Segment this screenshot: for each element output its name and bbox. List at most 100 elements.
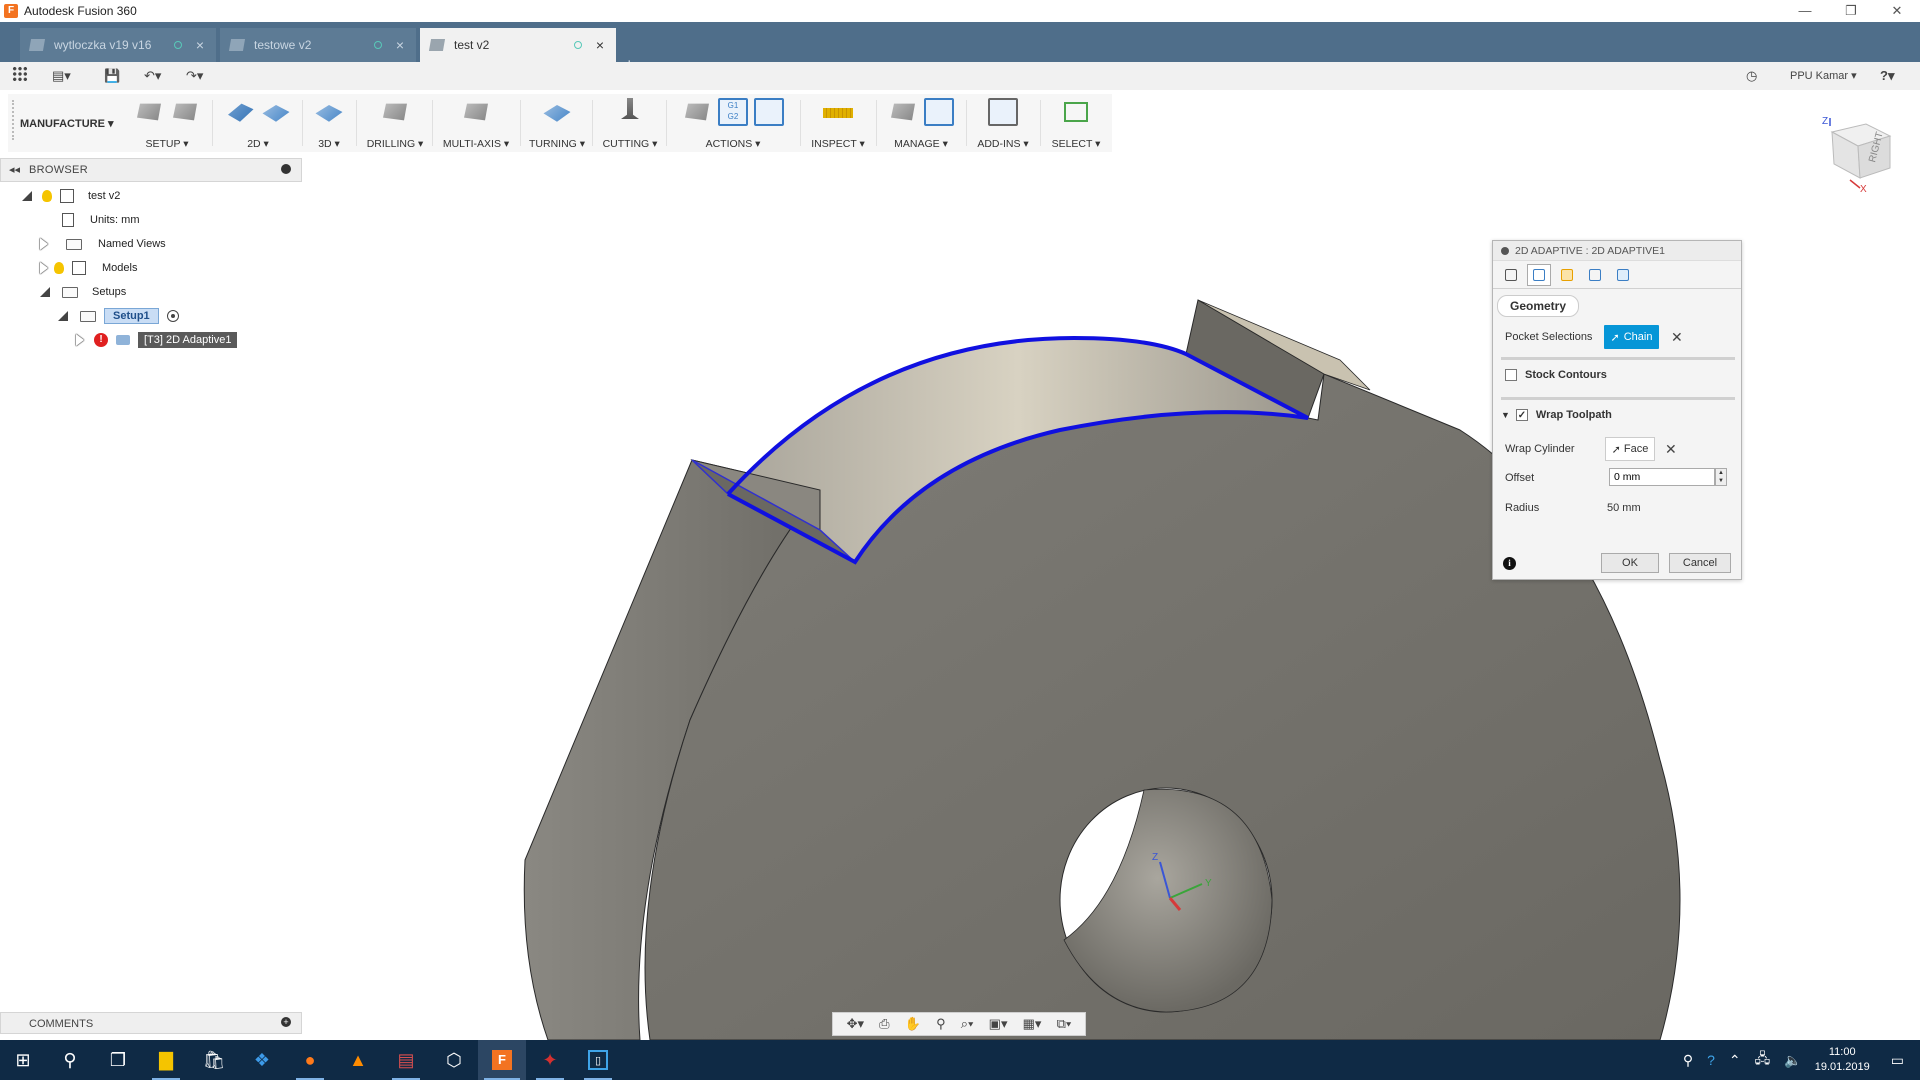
cancel-button[interactable]: Cancel: [1669, 553, 1731, 573]
template-library-icon[interactable]: [924, 98, 954, 126]
volume-icon[interactable]: 🔈: [1784, 1052, 1801, 1069]
tree-item-operation[interactable]: ! [T3] 2D Adaptive1: [76, 330, 238, 350]
tool-library-icon[interactable]: [891, 103, 915, 121]
tab-tool[interactable]: [1499, 264, 1523, 286]
ok-button[interactable]: OK: [1601, 553, 1659, 573]
setup-icon[interactable]: [137, 103, 161, 121]
stock-contours-checkbox[interactable]: [1505, 369, 1517, 381]
tab-geometry[interactable]: [1527, 263, 1551, 286]
setup-group[interactable]: SETUP ▾: [126, 94, 208, 152]
wrap-toolpath-checkbox[interactable]: ✓: [1515, 409, 1528, 421]
pocket-chain-button[interactable]: ➚ Chain: [1604, 325, 1659, 349]
offset-input[interactable]: [1609, 468, 1715, 486]
task-view-button[interactable]: ❐: [94, 1040, 142, 1080]
inspect-menu[interactable]: INSPECT ▾: [804, 138, 872, 150]
dialog-collapse-icon[interactable]: [1501, 246, 1509, 255]
manage-group[interactable]: MANAGE ▾: [880, 94, 962, 152]
tab-wytloczka[interactable]: wytloczka v19 v16 ×: [20, 28, 216, 62]
select-icon[interactable]: [1064, 102, 1088, 122]
tab-close-icon[interactable]: ×: [192, 37, 208, 53]
measure-icon[interactable]: [823, 108, 853, 118]
add-ins-menu[interactable]: ADD-INS ▾: [970, 138, 1036, 150]
comments-panel[interactable]: COMMENTS +: [0, 1012, 302, 1034]
select-group[interactable]: SELECT ▾: [1044, 94, 1108, 152]
cutting-group[interactable]: CUTTING ▾: [596, 94, 664, 152]
add-ins-group[interactable]: ADD-INS ▾: [970, 94, 1036, 152]
tree-item-units[interactable]: Units: mm: [62, 210, 140, 230]
help-menu[interactable]: ?▾: [1880, 66, 1894, 86]
file-menu-button[interactable]: ▤▾: [52, 66, 71, 86]
restore-button[interactable]: ❐: [1828, 0, 1874, 22]
blue-app-button[interactable]: ▯: [574, 1040, 622, 1080]
workspace-switcher[interactable]: MANUFACTURE ▾: [20, 117, 114, 130]
vlc-button[interactable]: ▲: [334, 1040, 382, 1080]
setup-menu[interactable]: SETUP ▾: [126, 138, 208, 150]
tab-linking[interactable]: [1611, 264, 1635, 286]
data-panel-button[interactable]: [12, 66, 28, 86]
lightbulb-icon[interactable]: [54, 262, 64, 274]
tab-close-icon[interactable]: ×: [392, 37, 408, 53]
wrap-toolpath-toggle[interactable]: ▼ ✓ Wrap Toolpath: [1501, 409, 1612, 421]
turning-menu[interactable]: TURNING ▾: [524, 138, 590, 150]
cutting-menu[interactable]: CUTTING ▾: [596, 138, 664, 150]
turning-icon[interactable]: [543, 105, 571, 122]
expanded-icon[interactable]: [40, 287, 50, 297]
clear-pocket-selection-button[interactable]: ✕: [1671, 329, 1683, 346]
drill-icon[interactable]: [383, 103, 407, 121]
help-tray-icon[interactable]: ?: [1707, 1052, 1715, 1068]
dropbox-button[interactable]: ❖: [238, 1040, 286, 1080]
view-cube[interactable]: Z RIGHT X: [1820, 116, 1896, 195]
expanded-icon[interactable]: [58, 311, 68, 321]
tab-passes[interactable]: [1583, 264, 1607, 286]
tree-item-setups[interactable]: Setups: [40, 282, 126, 302]
virtualbox-button[interactable]: ⬡: [430, 1040, 478, 1080]
actions-menu[interactable]: ACTIONS ▾: [670, 138, 796, 150]
select-menu[interactable]: SELECT ▾: [1044, 138, 1108, 150]
orbit-icon[interactable]: ✥▾: [847, 1016, 864, 1032]
calculator-app-button[interactable]: ▤: [382, 1040, 430, 1080]
turning-group[interactable]: TURNING ▾: [524, 94, 590, 152]
3d-adaptive-icon[interactable]: [315, 105, 343, 122]
display-settings-icon[interactable]: ▣▾: [989, 1016, 1008, 1032]
tab-heights[interactable]: [1555, 264, 1579, 286]
job-status-button[interactable]: ◷: [1746, 66, 1757, 86]
expand-arrow-icon[interactable]: [40, 238, 48, 250]
2d-menu[interactable]: 2D ▾: [218, 138, 298, 150]
2d-group[interactable]: 2D ▾: [218, 94, 298, 152]
dialog-header[interactable]: 2D ADAPTIVE : 2D ADAPTIVE1: [1493, 241, 1741, 261]
expand-arrow-icon[interactable]: [40, 262, 48, 274]
multi-axis-menu[interactable]: MULTI-AXIS ▾: [436, 138, 516, 150]
3d-group[interactable]: 3D ▾: [306, 94, 352, 152]
tree-item-models[interactable]: Models: [40, 258, 137, 278]
search-button[interactable]: ⚲: [46, 1040, 94, 1080]
file-explorer-button[interactable]: ▇: [142, 1040, 190, 1080]
browser-pin-icon[interactable]: [281, 164, 291, 174]
inspect-group[interactable]: INSPECT ▾: [804, 94, 872, 152]
actions-group[interactable]: G1 G2 ACTIONS ▾: [670, 94, 796, 152]
save-button[interactable]: 💾: [104, 66, 120, 86]
tree-item-setup1[interactable]: Setup1: [58, 306, 179, 326]
firefox-button[interactable]: ●: [286, 1040, 334, 1080]
network-icon[interactable]: 🖧: [1755, 1048, 1771, 1072]
viewports-icon[interactable]: ⧉▾: [1057, 1016, 1072, 1032]
show-hidden-icons-chevron[interactable]: ⌃: [1729, 1052, 1741, 1069]
simulate-icon[interactable]: [685, 103, 709, 121]
fit-icon[interactable]: ⌕▾: [961, 1016, 974, 1032]
expand-arrow-icon[interactable]: [76, 334, 84, 346]
tree-item-named-views[interactable]: Named Views: [40, 234, 166, 254]
2d-adaptive-icon[interactable]: [228, 103, 254, 122]
3d-menu[interactable]: 3D ▾: [306, 138, 352, 150]
scripts-addins-icon[interactable]: [988, 98, 1018, 126]
2d-pocket-icon[interactable]: [262, 105, 290, 122]
fusion-360-taskbar-button[interactable]: F: [478, 1040, 526, 1080]
undo-button[interactable]: ↶▾: [144, 66, 161, 86]
tree-item-root[interactable]: test v2: [22, 186, 120, 206]
post-process-g1g2-icon[interactable]: G1 G2: [718, 98, 748, 126]
add-comment-icon[interactable]: +: [281, 1017, 291, 1027]
minimize-button[interactable]: —: [1782, 0, 1828, 22]
redo-button[interactable]: ↷▾: [186, 66, 203, 86]
drilling-group[interactable]: DRILLING ▾: [360, 94, 430, 152]
section-expand-icon[interactable]: ▼: [1501, 410, 1510, 420]
action-center-icon[interactable]: ▭: [1891, 1052, 1904, 1069]
setup-sheet-icon[interactable]: [754, 98, 784, 126]
